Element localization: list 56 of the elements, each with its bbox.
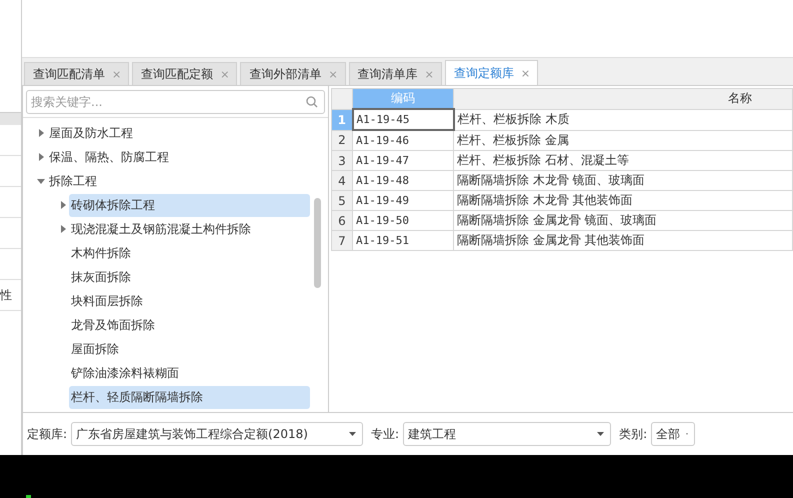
tree-item[interactable]: 屋面拆除 <box>69 338 310 360</box>
row-number[interactable]: 3 <box>332 150 352 170</box>
tab[interactable]: 查询定额库 × <box>444 60 538 85</box>
table-cell: 栏杆、栏板拆除 木质 <box>454 109 792 130</box>
expand-arrow-icon[interactable] <box>59 225 67 233</box>
tree-item[interactable]: 砖砌体拆除工程 <box>69 194 310 216</box>
search-icon[interactable] <box>306 96 318 108</box>
table-cell: 隔断隔墙拆除 金属龙骨 其他装饰面 <box>454 230 792 250</box>
scrollbar-thumb[interactable] <box>314 198 321 288</box>
column-header[interactable]: 名称 <box>454 88 792 109</box>
row-number[interactable]: 7 <box>332 230 352 250</box>
tree-item[interactable]: 保温、隔热、防腐工程 <box>47 146 173 168</box>
tree-item[interactable]: 现浇混凝土及钢筋混凝土构件拆除 <box>69 218 310 240</box>
tab[interactable]: 查询外部清单 × <box>240 62 346 85</box>
expand-arrow-icon[interactable] <box>37 153 45 161</box>
dropdown[interactable]: 广东省房屋建筑与装饰工程综合定额(2018) <box>71 422 364 446</box>
tree-item[interactable]: 抹灰面拆除 <box>69 266 310 288</box>
table-cell: A1-19-47 <box>352 150 454 170</box>
table-cell: A1-19-51 <box>352 230 454 250</box>
table-cell: A1-19-48 <box>352 170 454 190</box>
tree-item[interactable]: 龙骨及饰面拆除 <box>69 314 310 336</box>
row-number[interactable]: 4 <box>332 170 352 190</box>
table-cell: A1-19-49 <box>352 190 454 210</box>
tree-item[interactable]: 块料面层拆除 <box>69 290 310 312</box>
table-cell: A1-19-46 <box>352 130 454 150</box>
table-cell: 隔断隔墙拆除 木龙骨 镜面、玻璃面 <box>454 170 792 190</box>
filter-label: 类别: <box>619 426 648 442</box>
tree-item[interactable]: 栏杆、轻质隔断隔墙拆除 <box>69 386 310 408</box>
table-cell: A1-19-45 <box>352 109 454 130</box>
row-number[interactable]: 5 <box>332 190 352 210</box>
cursor-mark <box>26 495 31 498</box>
filter-label: 定额库: <box>27 426 68 442</box>
tab[interactable]: 查询匹配清单 × <box>24 62 130 85</box>
caret-icon <box>349 432 356 436</box>
expand-arrow-icon[interactable] <box>37 129 45 137</box>
table-cell: 栏杆、栏板拆除 石材、混凝土等 <box>454 150 792 170</box>
tree-item[interactable]: 铲除油漆涂料裱糊面 <box>69 362 310 384</box>
caret-icon <box>597 432 604 436</box>
filter-label: 专业: <box>371 426 400 442</box>
row-number[interactable]: 6 <box>332 210 352 230</box>
row-number[interactable]: 2 <box>332 130 352 150</box>
tab[interactable]: 查询匹配定额 × <box>132 62 238 85</box>
dropdown[interactable]: 建筑工程 <box>403 422 612 446</box>
tree-item[interactable]: 木构件拆除 <box>69 242 310 264</box>
tab[interactable]: 查询清单库 × <box>348 62 442 85</box>
table-cell: 栏杆、栏板拆除 金属 <box>454 130 792 150</box>
tree-item[interactable]: 屋面及防水工程 <box>47 122 137 144</box>
table-cell: 隔断隔墙拆除 木龙骨 其他装饰面 <box>454 190 792 210</box>
table-cell: 隔断隔墙拆除 金属龙骨 镜面、玻璃面 <box>454 210 792 230</box>
expand-arrow-icon[interactable] <box>59 201 67 209</box>
tree-item[interactable]: 拆除工程 <box>47 170 101 192</box>
dropdown[interactable]: 全部 <box>651 422 696 446</box>
table-cell: A1-19-50 <box>352 210 454 230</box>
search-field[interactable]: 搜索关键字... <box>26 90 325 114</box>
collapse-arrow-icon[interactable] <box>37 177 45 185</box>
side-panel-text: 性 <box>0 286 12 304</box>
